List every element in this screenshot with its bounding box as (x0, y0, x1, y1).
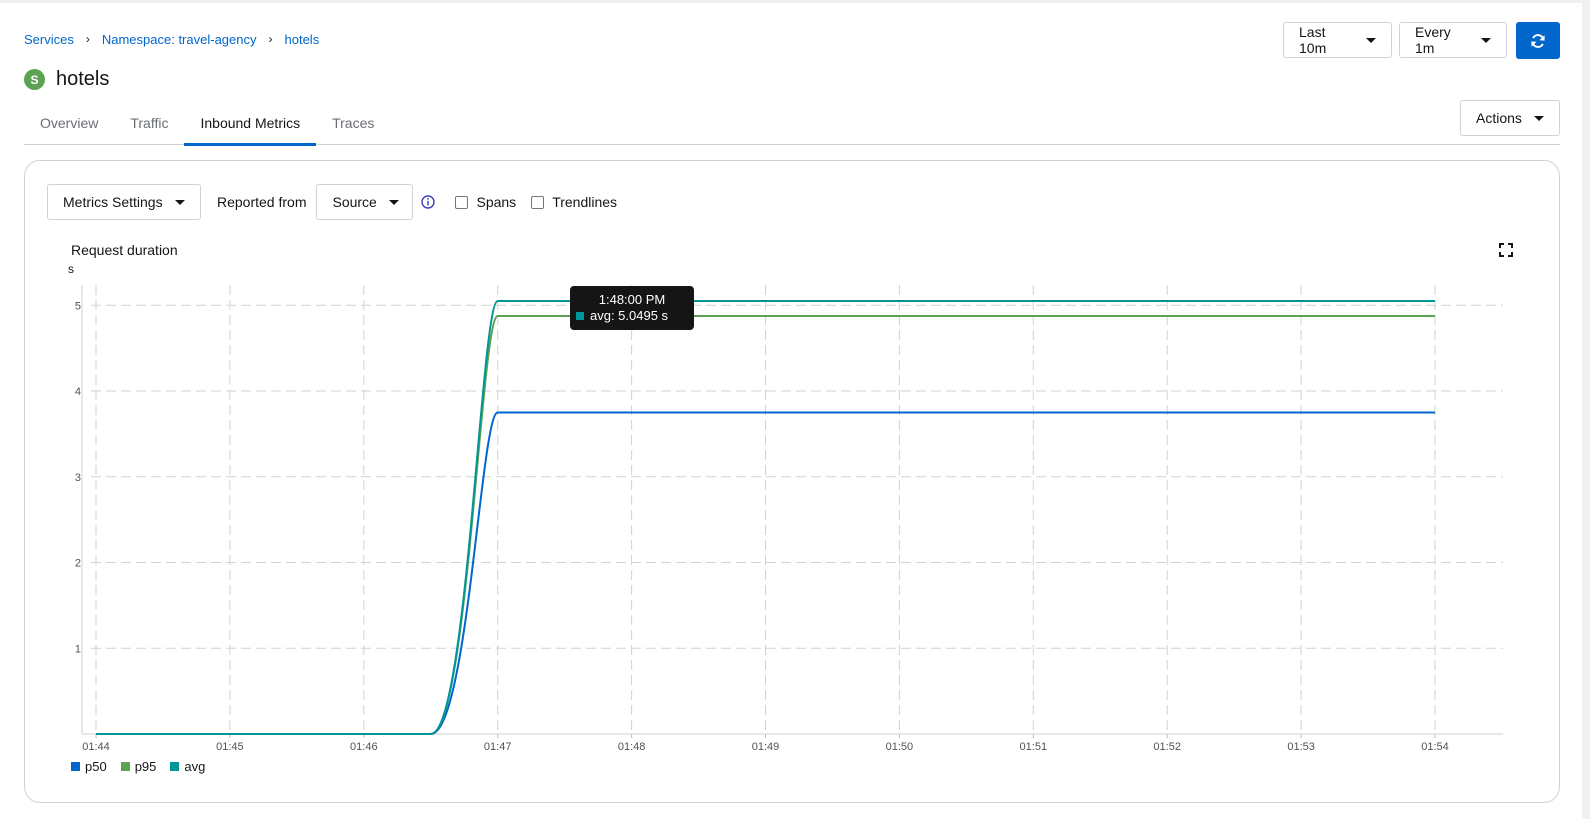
legend-label: p95 (134, 759, 157, 774)
actions-dropdown[interactable]: Actions (1460, 100, 1560, 136)
caret-down-icon (1481, 37, 1491, 43)
refresh-button[interactable] (1516, 22, 1560, 59)
breadcrumb-separator-icon: › (85, 31, 90, 46)
tooltip-row: avg: 5.0495 s (570, 308, 694, 323)
expand-icon[interactable] (1498, 242, 1514, 258)
legend-item-avg[interactable]: avg (170, 759, 205, 774)
y-axis-unit: s (68, 262, 74, 276)
legend-label: p50 (85, 759, 107, 774)
right-scrollbar-track[interactable] (1582, 0, 1590, 819)
breadcrumb-namespace[interactable]: Namespace: travel-agency (102, 32, 257, 47)
page-header: S hotels (24, 68, 109, 91)
breadcrumb-separator-icon: › (268, 31, 273, 46)
y-tick-label: 5 (75, 300, 81, 312)
legend-item-p50[interactable]: p50 (71, 759, 107, 774)
legend-swatch (120, 762, 130, 771)
tab-traces[interactable]: Traces (316, 103, 390, 143)
legend-label: avg (184, 759, 206, 774)
y-tick-label: 1 (75, 643, 81, 655)
x-tick-label: 01:49 (752, 741, 780, 753)
refresh-icon (1531, 33, 1545, 48)
tooltip-value: avg: 5.0495 s (590, 308, 669, 323)
breadcrumb-service[interactable]: hotels (285, 32, 320, 47)
chart-legend: p50 p95 avg (71, 759, 219, 774)
x-tick-label: 01:50 (886, 741, 914, 753)
y-tick-label: 4 (75, 386, 81, 398)
tab-inbound-metrics[interactable]: Inbound Metrics (184, 103, 316, 146)
y-tick-label: 3 (75, 472, 81, 484)
service-badge-icon: S (24, 69, 45, 90)
request-duration-chart[interactable]: Request duration s 01:44 01:45 01:46 01:47 01:… (25, 161, 1559, 802)
x-tick-label: 01:44 (82, 741, 110, 753)
tooltip-avg-swatch (576, 311, 584, 320)
tooltip-time: 1:48:00 PM (598, 292, 666, 307)
time-range-label: Last 10m (1299, 24, 1327, 56)
legend-swatch (71, 762, 80, 771)
x-tick-label: 01:46 (350, 741, 378, 753)
breadcrumb: Services › Namespace: travel-agency › ho… (24, 31, 320, 48)
breadcrumb-services[interactable]: Services (24, 32, 74, 47)
x-tick-label: 01:52 (1153, 741, 1181, 753)
caret-down-icon (1366, 37, 1376, 43)
x-tick-label: 01:47 (484, 741, 512, 753)
refresh-interval-dropdown[interactable]: Every 1m (1399, 22, 1507, 58)
chart-tooltip: 1:48:00 PM avg: 5.0495 s (570, 286, 694, 330)
actions-label: Actions (1476, 110, 1522, 126)
top-frame (0, 0, 1590, 3)
page-title: hotels (56, 68, 110, 90)
caret-down-icon (1533, 115, 1544, 121)
tab-traffic[interactable]: Traffic (114, 103, 184, 143)
y-tick-label: 2 (75, 558, 81, 570)
time-range-dropdown[interactable]: Last 10m (1283, 22, 1392, 58)
tab-overview[interactable]: Overview (24, 103, 114, 143)
x-tick-label: 01:48 (618, 741, 646, 753)
chart-title: Request duration (71, 242, 178, 258)
refresh-interval-label: Every 1m (1415, 24, 1451, 56)
tab-bar: Overview Traffic Inbound Metrics Traces (24, 103, 1560, 146)
metrics-card: Metrics Settings Reported from Source Sp… (24, 160, 1560, 803)
legend-item-p95[interactable]: p95 (120, 759, 157, 774)
x-tick-label: 01:51 (1020, 741, 1048, 753)
x-tick-label: 01:54 (1421, 741, 1449, 753)
x-tick-label: 01:53 (1287, 741, 1315, 753)
x-tick-label: 01:45 (216, 741, 244, 753)
legend-swatch (170, 762, 180, 771)
